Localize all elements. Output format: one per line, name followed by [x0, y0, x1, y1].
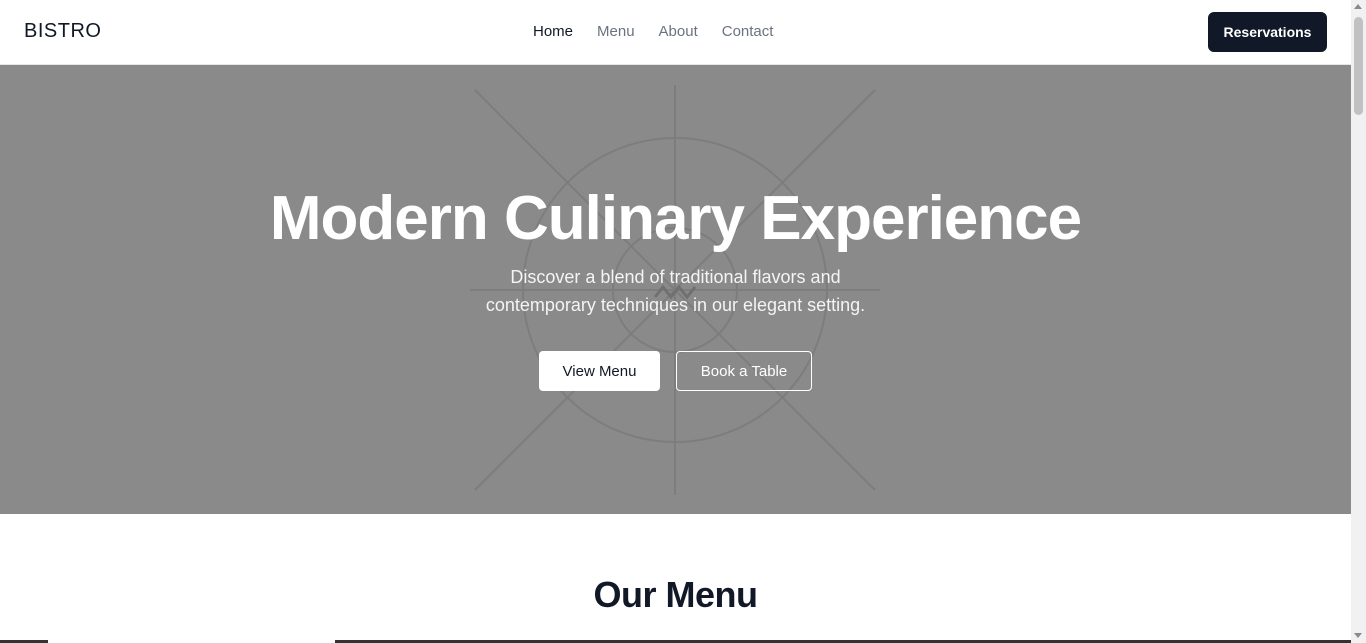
- nav-link-home[interactable]: Home: [533, 23, 573, 40]
- nav-link-contact[interactable]: Contact: [722, 23, 774, 40]
- view-menu-button[interactable]: View Menu: [539, 351, 660, 391]
- scroll-up-arrow-icon[interactable]: [1354, 4, 1362, 9]
- hero-subtitle: Discover a blend of traditional flavors …: [0, 263, 1351, 319]
- scroll-down-arrow-icon[interactable]: [1354, 633, 1362, 638]
- vertical-scrollbar[interactable]: [1351, 0, 1366, 643]
- hero-subtitle-line: contemporary techniques in our elegant s…: [485, 295, 866, 315]
- page: BISTRO Home Menu About Contact Reservati…: [0, 0, 1366, 643]
- hero-section: Modern Culinary Experience Discover a bl…: [0, 65, 1351, 514]
- nav-link-menu[interactable]: Menu: [597, 23, 635, 40]
- main-nav: Home Menu About Contact: [533, 23, 773, 40]
- hero-actions: View Menu Book a Table: [539, 351, 812, 391]
- site-header: BISTRO Home Menu About Contact Reservati…: [0, 0, 1351, 65]
- hero-title: Modern Culinary Experience: [269, 184, 1082, 253]
- reservations-button[interactable]: Reservations: [1208, 12, 1327, 52]
- logo[interactable]: BISTRO: [24, 20, 101, 43]
- hero-subtitle-line: Discover a blend of traditional flavors …: [510, 267, 841, 287]
- nav-link-about[interactable]: About: [659, 23, 698, 40]
- menu-section-title: Our Menu: [593, 574, 759, 615]
- book-table-button[interactable]: Book a Table: [676, 351, 812, 391]
- scrollbar-thumb[interactable]: [1354, 17, 1363, 115]
